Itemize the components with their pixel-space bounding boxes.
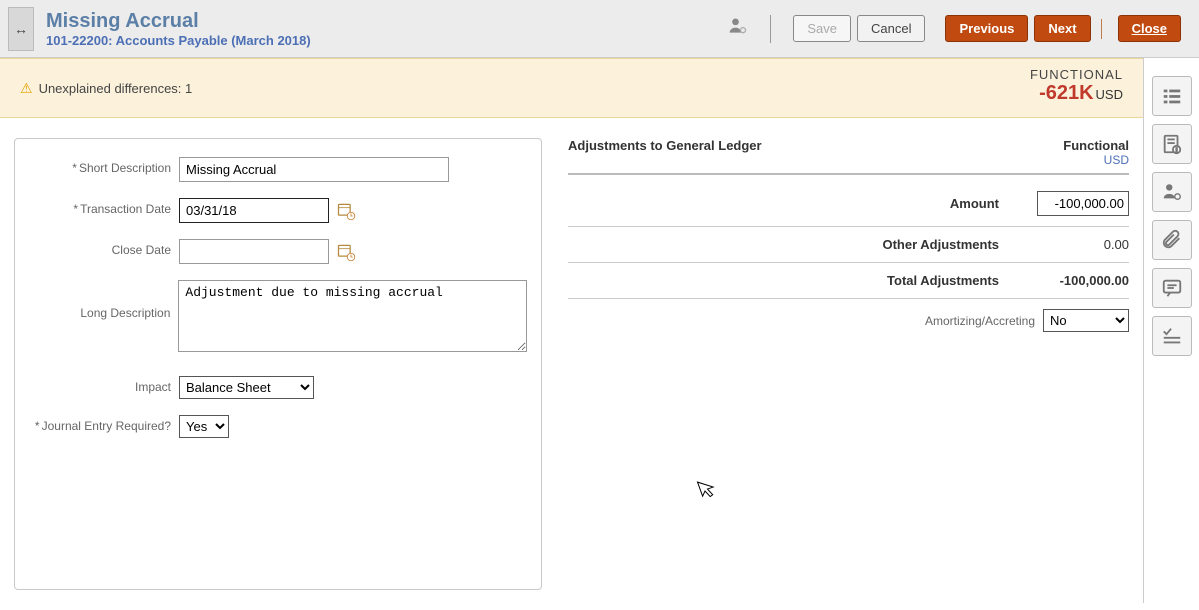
warning-text: Unexplained differences: 1 [39, 81, 193, 96]
rail-document-info-icon[interactable]: i [1152, 124, 1192, 164]
long-description-label: Long Description [29, 280, 178, 320]
close-date-label: Close Date [29, 239, 179, 257]
save-button[interactable]: Save [793, 15, 851, 42]
amount-label: Amount [568, 196, 1019, 211]
divider [1101, 19, 1102, 39]
other-adjustments-value: 0.00 [1019, 237, 1129, 252]
journal-entry-required-label: *Journal Entry Required? [29, 415, 179, 433]
functional-currency: USD [1096, 87, 1123, 102]
cancel-button[interactable]: Cancel [857, 15, 925, 42]
user-settings-icon[interactable] [728, 16, 748, 41]
titles: Missing Accrual 101-22200: Accounts Paya… [46, 10, 311, 48]
rail-attachment-icon[interactable] [1152, 220, 1192, 260]
warning-icon: ⚠ [20, 80, 33, 97]
divider [770, 15, 771, 43]
next-button[interactable]: Next [1034, 15, 1090, 42]
total-adjustments-value: -100,000.00 [1019, 273, 1129, 288]
close-date-input[interactable] [179, 239, 329, 264]
total-adjustments-label: Total Adjustments [568, 273, 1019, 288]
short-description-input[interactable] [179, 157, 449, 182]
functional-summary: FUNCTIONAL -621KUSD [1030, 67, 1123, 105]
previous-button[interactable]: Previous [945, 15, 1028, 42]
functional-label: FUNCTIONAL [1030, 67, 1123, 82]
journal-entry-required-select[interactable]: Yes [179, 415, 229, 438]
collapse-icon: ↔ [14, 21, 28, 37]
functional-amount: -621K [1039, 82, 1093, 104]
transaction-date-label: *Transaction Date [29, 198, 179, 216]
page-header: ↔ Missing Accrual 101-22200: Accounts Pa… [0, 0, 1199, 58]
transaction-date-input[interactable] [179, 198, 329, 223]
page-title: Missing Accrual [46, 10, 311, 33]
adjustments-panel: Adjustments to General Ledger Functional… [542, 138, 1129, 590]
close-button[interactable]: Close [1118, 15, 1181, 42]
adjustments-functional-label: Functional [1063, 138, 1129, 153]
right-rail: i [1143, 58, 1199, 603]
adjustments-title: Adjustments to General Ledger [568, 138, 762, 153]
amortizing-label: Amortizing/Accreting [925, 314, 1035, 328]
amount-input[interactable] [1037, 191, 1129, 216]
other-adjustments-label: Other Adjustments [568, 237, 1019, 252]
rail-list-icon[interactable] [1152, 76, 1192, 116]
content: *Short Description *Transaction Date Clo… [0, 118, 1143, 610]
svg-text:i: i [1175, 147, 1176, 154]
long-description-textarea[interactable] [178, 280, 527, 352]
rail-user-gear-icon[interactable] [1152, 172, 1192, 212]
form-panel: *Short Description *Transaction Date Clo… [14, 138, 542, 590]
close-date-picker-button[interactable] [335, 241, 357, 263]
rail-comment-icon[interactable] [1152, 268, 1192, 308]
amortizing-select[interactable]: No [1043, 309, 1129, 332]
adjustments-currency: USD [1063, 153, 1129, 167]
impact-select[interactable]: Balance Sheet [179, 376, 314, 399]
warning-bar: ⚠ Unexplained differences: 1 FUNCTIONAL … [0, 58, 1143, 118]
short-description-label: *Short Description [29, 157, 179, 175]
transaction-date-picker-button[interactable] [335, 200, 357, 222]
impact-label: Impact [29, 376, 179, 394]
page-subtitle: 101-22200: Accounts Payable (March 2018) [46, 33, 311, 48]
adjustments-header: Adjustments to General Ledger Functional… [568, 138, 1129, 175]
rail-checklist-icon[interactable] [1152, 316, 1192, 356]
collapse-handle[interactable]: ↔ [8, 7, 34, 51]
